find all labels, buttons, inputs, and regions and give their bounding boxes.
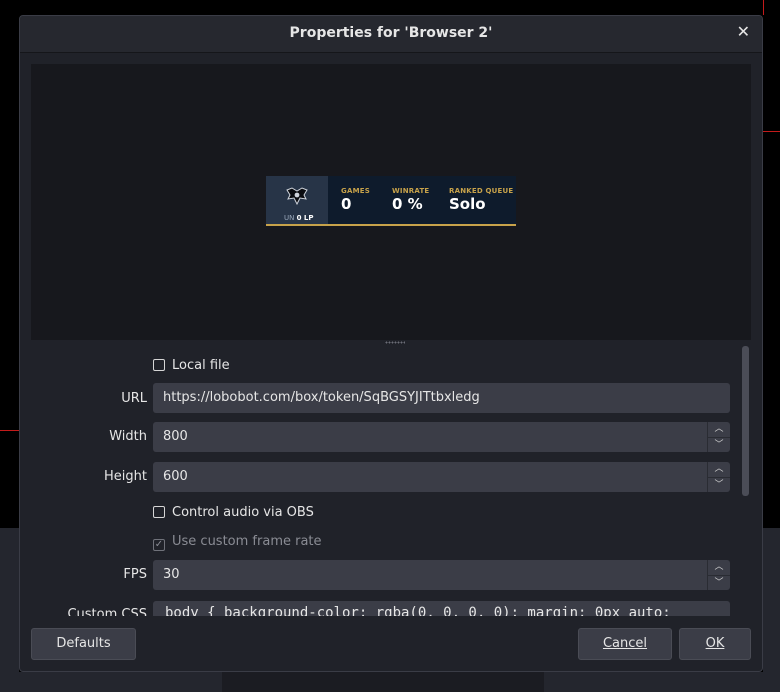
properties-form: Local file URL https://lobobot.com/box/t… — [20, 346, 762, 616]
local-file-label: Local file — [172, 358, 230, 373]
rank-overlay-widget: UN 0 LP GAMES 0 WINRATE 0 % RANKED QUEUE… — [266, 176, 516, 226]
checkbox-box[interactable] — [153, 359, 165, 371]
height-label: Height — [104, 469, 147, 484]
properties-dialog: Properties for 'Browser 2' ✕ UN 0 LP GAM… — [19, 15, 763, 672]
custom-frame-rate-checkbox[interactable]: ✓ Use custom frame rate — [153, 534, 322, 551]
height-input[interactable]: 600 — [153, 462, 707, 492]
stat-label: WINRATE — [392, 187, 430, 195]
checkmark-icon[interactable]: ✓ — [153, 539, 165, 551]
width-label: Width — [109, 429, 147, 444]
dialog-title: Properties for 'Browser 2' — [289, 25, 493, 41]
background-dock-right — [763, 528, 780, 692]
fps-input[interactable]: 30 — [153, 560, 707, 590]
rank-text: UN 0 LP — [284, 214, 314, 222]
stat-value: 0 % — [392, 195, 423, 213]
control-audio-checkbox[interactable]: Control audio via OBS — [153, 505, 314, 520]
cancel-button[interactable]: Cancel — [578, 628, 672, 660]
background-dock-left — [0, 528, 19, 692]
width-stepper[interactable]: ︿ ﹀ — [707, 422, 730, 452]
stat-value: 0 — [341, 195, 352, 213]
preview-splitter-handle[interactable] — [385, 341, 405, 344]
custom-css-textarea[interactable]: body { background-color: rgba(0, 0, 0, 0… — [153, 601, 730, 616]
custom-css-label: Custom CSS — [67, 607, 147, 616]
stat-games: GAMES 0 — [341, 187, 370, 213]
rank-lp: 0 LP — [296, 214, 314, 222]
defaults-button[interactable]: Defaults — [31, 628, 136, 660]
scrollbar-thumb[interactable] — [742, 346, 749, 496]
custom-frame-rate-label: Use custom frame rate — [172, 534, 322, 549]
fps-label: FPS — [123, 567, 147, 582]
rank-panel: UN 0 LP — [266, 176, 328, 224]
width-input[interactable]: 800 — [153, 422, 707, 452]
background-red-guide-left — [0, 430, 19, 431]
stat-label: RANKED QUEUE — [449, 187, 514, 195]
stat-queue: RANKED QUEUE Solo — [449, 187, 513, 213]
properties-scrollbar[interactable] — [741, 346, 749, 616]
rank-emblem-icon — [286, 187, 308, 206]
stat-winrate: WINRATE 0 % — [392, 187, 429, 213]
control-audio-label: Control audio via OBS — [172, 505, 314, 520]
url-label: URL — [121, 391, 147, 406]
chevron-down-icon[interactable]: ﹀ — [708, 478, 730, 493]
fps-stepper[interactable]: ︿ ﹀ — [707, 560, 730, 590]
source-preview: UN 0 LP GAMES 0 WINRATE 0 % RANKED QUEUE… — [31, 64, 751, 340]
ok-button[interactable]: OK — [679, 628, 751, 660]
local-file-checkbox[interactable]: Local file — [153, 358, 230, 373]
chevron-up-icon[interactable]: ︿ — [708, 422, 730, 438]
chevron-up-icon[interactable]: ︿ — [708, 560, 730, 576]
background-red-guide-right — [763, 131, 780, 132]
chevron-up-icon[interactable]: ︿ — [708, 462, 730, 478]
rank-prefix: UN — [284, 214, 295, 222]
background-mixer-strip — [222, 672, 544, 692]
background-red-guide-top — [763, 0, 764, 15]
height-stepper[interactable]: ︿ ﹀ — [707, 462, 730, 492]
chevron-down-icon[interactable]: ﹀ — [708, 438, 730, 453]
dialog-titlebar: Properties for 'Browser 2' ✕ — [20, 16, 762, 53]
chevron-down-icon[interactable]: ﹀ — [708, 576, 730, 591]
checkbox-box[interactable] — [153, 506, 165, 518]
stat-label: GAMES — [341, 187, 370, 195]
stat-value: Solo — [449, 195, 486, 213]
url-input[interactable]: https://lobobot.com/box/token/SqBGSYJITt… — [153, 383, 730, 413]
close-icon[interactable]: ✕ — [737, 22, 750, 41]
